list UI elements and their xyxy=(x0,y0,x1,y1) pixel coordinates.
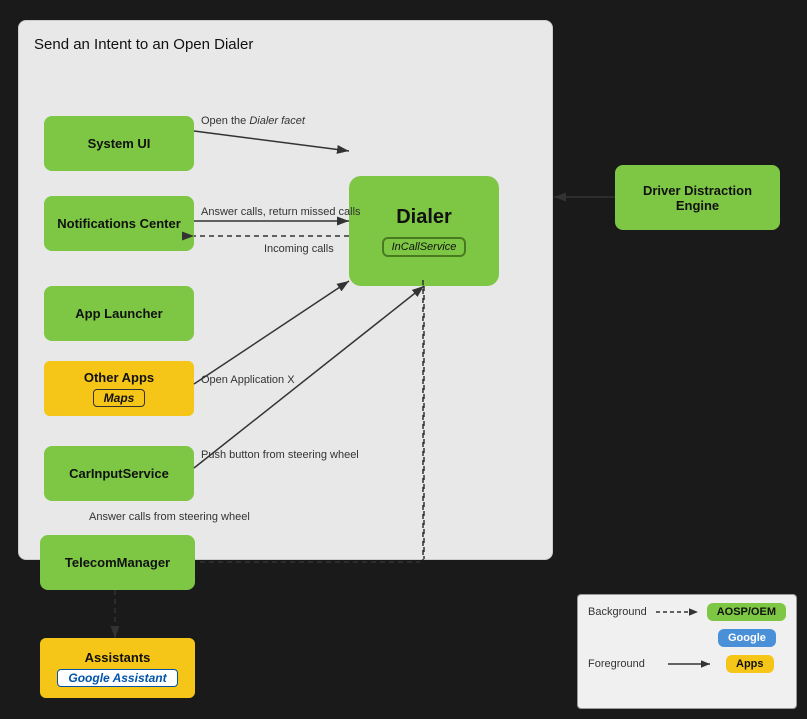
apps-label: Apps xyxy=(726,655,774,673)
main-diagram: Send an Intent to an Open Dialer System … xyxy=(18,20,553,560)
diagram-title: Send an Intent to an Open Dialer xyxy=(34,36,253,53)
legend-background-row: Background AOSP/OEM xyxy=(588,603,786,621)
google-label: Google xyxy=(718,629,776,647)
foreground-label: Foreground xyxy=(588,658,668,670)
legend-box: Background AOSP/OEM Google Foreground Ap… xyxy=(577,594,797,709)
telecom-box: TelecomManager xyxy=(40,535,195,590)
incoming-calls-label: Incoming calls xyxy=(264,243,334,255)
other-apps-box: Other Apps Maps xyxy=(44,361,194,416)
system-ui-box: System UI xyxy=(44,116,194,171)
dialer-box: Dialer InCallService xyxy=(349,176,499,286)
open-dialer-label: Open the Dialer facet xyxy=(201,115,305,127)
answer-calls-label: Answer calls, return missed calls xyxy=(201,206,361,218)
push-button-label: Push button from steering wheel xyxy=(201,449,359,461)
open-app-label: Open Application X xyxy=(201,374,295,386)
aosp-label: AOSP/OEM xyxy=(707,603,786,621)
foreground-arrow-icon xyxy=(668,656,718,672)
legend-google-row: Google xyxy=(718,629,786,647)
background-arrow-icon xyxy=(656,604,699,620)
assistants-box: Assistants Google Assistant xyxy=(40,638,195,698)
app-launcher-box: App Launcher xyxy=(44,286,194,341)
driver-distraction-box: Driver Distraction Engine xyxy=(615,165,780,230)
car-input-box: CarInputService xyxy=(44,446,194,501)
google-assistant-label: Google Assistant xyxy=(57,669,177,687)
background-label: Background xyxy=(588,606,656,618)
maps-label: Maps xyxy=(93,389,146,407)
in-call-service-label: InCallService xyxy=(382,237,467,257)
legend-foreground-row: Foreground Apps xyxy=(588,655,786,673)
answer-steering-label: Answer calls from steering wheel xyxy=(89,511,250,523)
notifications-center-box: Notifications Center xyxy=(44,196,194,251)
